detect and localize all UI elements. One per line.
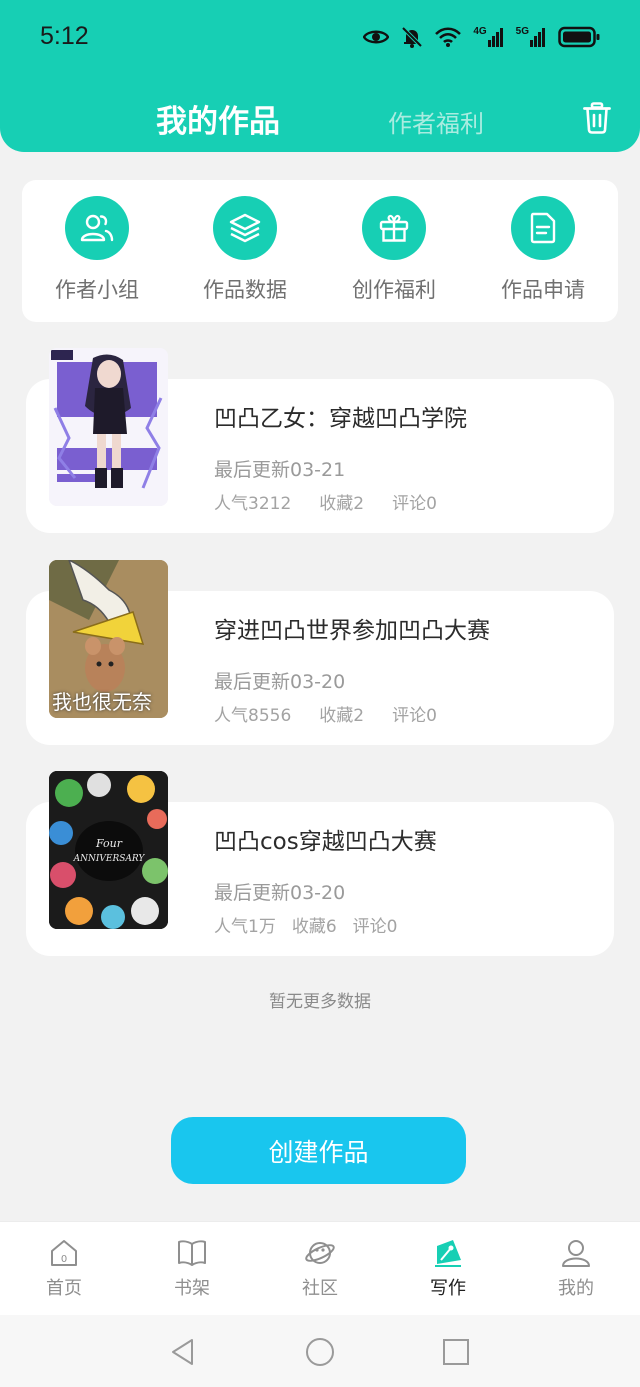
pen-icon (435, 1240, 461, 1267)
cell-5g-signal: 5G (516, 27, 546, 47)
document-icon (530, 212, 556, 244)
work-title: 凹凸乙女：穿越凹凸学院 (214, 406, 467, 432)
quick-label: 作者小组 (55, 278, 139, 302)
quick-label: 作品数据 (203, 278, 287, 302)
cover-caption: 我也很无奈 (52, 690, 152, 714)
work-title: 穿进凹凸世界参加凹凸大赛 (214, 618, 490, 644)
work-favorites: 收藏6 (291, 917, 337, 937)
quick-label: 作品申请 (501, 278, 585, 302)
work-favorites: 收藏2 (319, 494, 365, 514)
status-time: 5:12 (40, 22, 89, 50)
nav-item-home[interactable]: 0 首页 (24, 1238, 104, 1310)
user-icon (562, 1240, 590, 1267)
work-updated: 最后更新03-21 (214, 459, 346, 481)
work-cover-image[interactable]: Four ANNIVERSARY (49, 771, 168, 929)
nav-item-community[interactable]: 社区 (280, 1238, 360, 1310)
no-more-data-text: 暂无更多数据 (269, 992, 371, 1012)
quick-menu: 作者小组 作品数据 创作福利 作品申请 (22, 180, 618, 322)
work-stats: 人气8556 收藏2 评论0 (214, 701, 437, 726)
quick-icon-circle (65, 196, 129, 260)
layers-icon (229, 213, 261, 243)
network-4g-label: 4G (473, 26, 487, 37)
work-updated: 最后更新03-20 (214, 671, 346, 693)
status-icons: 4G 5G (363, 22, 600, 52)
book-icon (178, 1240, 206, 1266)
nav-label: 写作 (430, 1278, 466, 1299)
work-updated: 最后更新03-20 (214, 882, 346, 904)
work-cover-image[interactable] (49, 348, 168, 506)
work-comments: 评论0 (392, 494, 437, 514)
work-popularity: 人气3212 (214, 494, 292, 514)
nav-label: 我的 (558, 1278, 594, 1299)
anime-girl-cover-illustration (49, 348, 168, 506)
work-cover-image[interactable]: 我也很无奈 (49, 560, 168, 718)
trash-icon (583, 102, 611, 134)
work-favorites: 收藏2 (319, 706, 365, 726)
nav-label: 首页 (46, 1278, 82, 1299)
quick-label: 创作福利 (352, 278, 436, 302)
work-stats: 人气1万 收藏6 评论0 (214, 912, 397, 937)
tab-my-works[interactable]: 我的作品 (156, 96, 280, 141)
anniversary-logo-text-art: ANNIVERSARY (73, 854, 146, 864)
nav-label: 书架 (174, 1278, 210, 1299)
signal-bars-icon (530, 28, 545, 47)
work-popularity: 人气8556 (214, 706, 292, 726)
users-icon (80, 214, 114, 242)
work-popularity: 人气1万 (214, 917, 276, 937)
trash-button[interactable] (580, 100, 614, 136)
home-circle-icon[interactable] (305, 1337, 335, 1367)
cell-4g-signal: 4G (473, 27, 503, 47)
quick-item-work-data[interactable]: 作品数据 (185, 196, 305, 306)
wifi-icon (435, 27, 462, 47)
system-nav-bar (0, 1315, 640, 1387)
battery-icon (558, 26, 600, 48)
svg-text:0: 0 (61, 1254, 67, 1265)
quick-icon-circle (511, 196, 575, 260)
quick-item-creation-benefits[interactable]: 创作福利 (334, 196, 454, 306)
recents-icon[interactable] (441, 1337, 471, 1367)
work-title: 凹凸cos穿越凹凸大赛 (214, 829, 437, 855)
network-5g-label: 5G (515, 26, 529, 37)
header: 5:12 4G 5G 我的作品 作者福利 (0, 0, 640, 152)
home-icon: 0 (51, 1240, 77, 1266)
quick-icon-circle (213, 196, 277, 260)
signal-bars-icon (487, 28, 503, 47)
nav-item-mine[interactable]: 我的 (536, 1238, 616, 1310)
work-comments: 评论0 (352, 917, 398, 937)
quick-item-work-application[interactable]: 作品申请 (483, 196, 603, 306)
mute-bell-icon (401, 26, 423, 48)
work-stats: 人气3212 收藏2 评论0 (214, 489, 437, 514)
eye-icon (363, 30, 390, 44)
bottom-nav: 0 首页 书架 社区 写作 我的 (0, 1221, 640, 1315)
anniversary-characters-cover-illustration: Four ANNIVERSARY (49, 771, 168, 929)
nav-item-bookshelf[interactable]: 书架 (152, 1238, 232, 1310)
anniversary-logo-text-art: Four (95, 837, 123, 850)
create-work-button[interactable]: 创建作品 (171, 1117, 466, 1184)
quick-item-author-group[interactable]: 作者小组 (37, 196, 157, 306)
gift-icon (379, 214, 409, 242)
tab-author-benefits[interactable]: 作者福利 (388, 104, 484, 139)
back-icon[interactable] (168, 1337, 198, 1367)
planet-icon (305, 1242, 335, 1264)
quick-icon-circle (362, 196, 426, 260)
nav-label: 社区 (302, 1278, 338, 1299)
work-comments: 评论0 (392, 706, 437, 726)
nav-item-writing[interactable]: 写作 (408, 1238, 488, 1310)
